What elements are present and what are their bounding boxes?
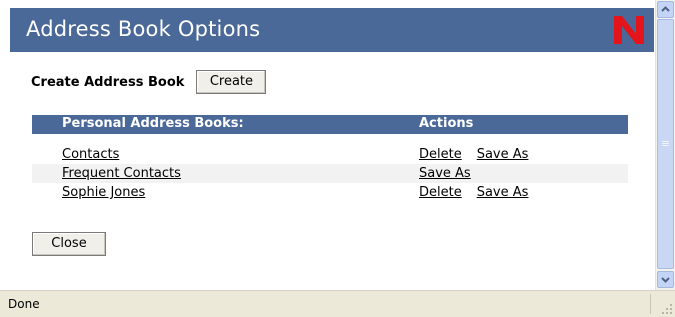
page-content: Address Book Options Create Address Book… [0, 0, 658, 290]
table-row: Sophie Jones Delete Save As [32, 183, 628, 202]
row-actions: Save As [419, 166, 486, 181]
scrollbar-thumb[interactable] [657, 19, 674, 269]
status-divider [650, 294, 651, 314]
table-header: Personal Address Books: Actions [32, 115, 628, 134]
vertical-scrollbar[interactable] [655, 0, 675, 290]
title-bar: Address Book Options [10, 8, 654, 52]
column-header-actions: Actions [419, 116, 474, 131]
address-book-link-frequent-contacts[interactable]: Frequent Contacts [62, 166, 181, 181]
table-row: Contacts Delete Save As [32, 145, 628, 164]
scroll-down-button[interactable] [657, 271, 674, 288]
save-as-link[interactable]: Save As [477, 185, 529, 200]
delete-link[interactable]: Delete [419, 185, 462, 200]
row-actions: Delete Save As [419, 147, 543, 162]
grip-icon [662, 141, 669, 146]
novell-n-logo [614, 16, 644, 44]
address-book-link-contacts[interactable]: Contacts [62, 147, 119, 162]
delete-link[interactable]: Delete [419, 147, 462, 162]
save-as-link[interactable]: Save As [477, 147, 529, 162]
address-books-table: Personal Address Books: Actions Contacts… [32, 115, 628, 202]
resize-grip-icon[interactable] [661, 303, 673, 315]
column-header-personal-address-books: Personal Address Books: [62, 116, 244, 131]
page-title: Address Book Options [26, 17, 261, 41]
create-address-book-row: Create Address Book Create [31, 69, 267, 95]
create-button[interactable]: Create [196, 70, 267, 94]
row-actions: Delete Save As [419, 185, 543, 200]
chevron-up-icon [661, 6, 670, 12]
status-text: Done [8, 297, 40, 311]
status-bar: Done [0, 290, 675, 317]
scroll-up-button[interactable] [657, 1, 674, 18]
close-button[interactable]: Close [32, 232, 106, 256]
browser-window: Address Book Options Create Address Book… [0, 0, 675, 317]
table-row: Frequent Contacts Save As [32, 164, 628, 183]
save-as-link[interactable]: Save As [419, 166, 471, 181]
chevron-down-icon [661, 277, 670, 283]
create-address-book-label: Create Address Book [31, 74, 185, 90]
address-book-link-sophie-jones[interactable]: Sophie Jones [62, 185, 145, 200]
